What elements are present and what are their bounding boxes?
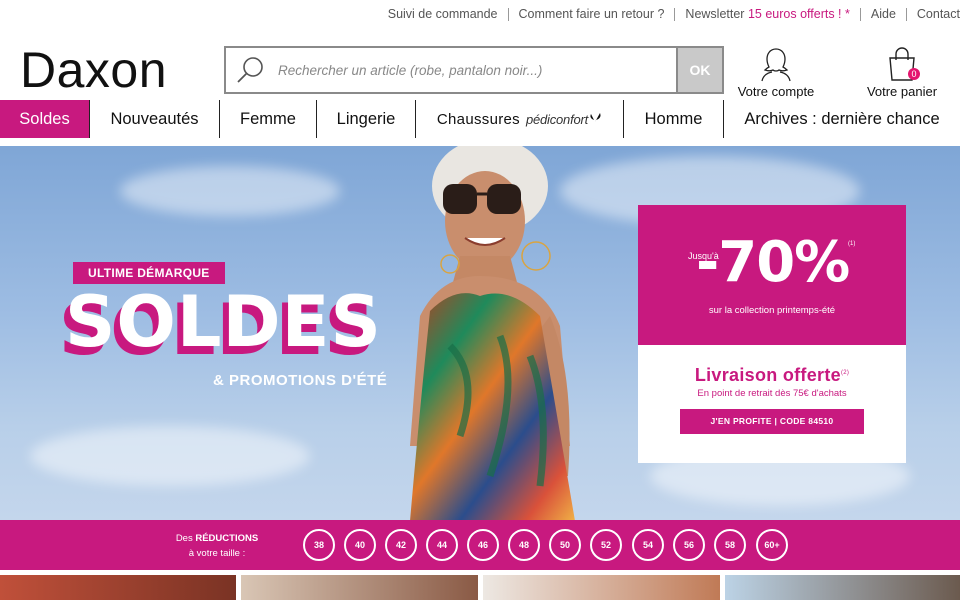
nav-lingerie[interactable]: Lingerie <box>316 100 415 138</box>
hero-title: SOLDES <box>65 281 382 363</box>
user-icon <box>761 48 791 82</box>
discount-collection: sur la collection printemps-été <box>708 305 836 316</box>
cart-count-badge: 0 <box>908 68 920 80</box>
contact-link[interactable]: Contact <box>907 7 960 21</box>
account-link[interactable]: Votre compte <box>734 46 818 99</box>
nav-chaussures-label: Chaussures <box>436 110 520 128</box>
size-40-button[interactable]: 40 <box>344 529 376 561</box>
category-tile[interactable] <box>725 575 960 600</box>
discount-panel: Jusqu'à -70% (1) sur la collection print… <box>638 205 906 345</box>
newsletter-offer: 15 euros offerts ! * <box>747 6 850 21</box>
nav-nouveautes[interactable]: Nouveautés <box>89 100 219 138</box>
delivery-footnote: (2) <box>840 370 850 376</box>
cloud <box>120 166 340 216</box>
category-tile[interactable] <box>0 575 236 600</box>
utility-bar: Suivi de commande Comment faire un retou… <box>0 0 960 28</box>
cart-link[interactable]: 0 Votre panier <box>862 46 942 99</box>
hero-banner[interactable]: ULTIME DÉMARQUE SOLDES & PROMOTIONS D'ÉT… <box>0 146 960 521</box>
size-42-button[interactable]: 42 <box>385 529 417 561</box>
daxon-logo[interactable]: Daxon <box>20 42 167 98</box>
size-label-prefix: Des <box>175 533 196 544</box>
size-46-button[interactable]: 46 <box>467 529 499 561</box>
size-58-button[interactable]: 58 <box>714 529 746 561</box>
nav-soldes[interactable]: Soldes <box>0 100 89 138</box>
newsletter-label: Newsletter <box>685 6 748 21</box>
free-delivery-label: Livraison offerte <box>694 365 841 385</box>
newsletter-link[interactable]: Newsletter 15 euros offerts ! * <box>675 6 861 21</box>
order-tracking-link[interactable]: Suivi de commande <box>378 7 509 21</box>
hero-subtitle: & PROMOTIONS D'ÉTÉ <box>213 372 388 389</box>
size-label-suffix: à votre taille : <box>188 548 246 559</box>
account-label: Votre compte <box>737 84 815 99</box>
model-photo <box>410 146 575 521</box>
pediconfort-logo: pédiconfort <box>525 111 589 127</box>
nav-archives[interactable]: Archives : dernière chance <box>723 100 960 138</box>
free-delivery-title: Livraison offerte(2) <box>638 365 906 386</box>
help-link[interactable]: Aide <box>861 7 907 21</box>
promo-card: Jusqu'à -70% (1) sur la collection print… <box>638 205 906 463</box>
return-link[interactable]: Comment faire un retour ? <box>509 7 676 21</box>
size-56-button[interactable]: 56 <box>673 529 705 561</box>
size-54-button[interactable]: 54 <box>632 529 664 561</box>
size-filter-label: Des RÉDUCTIONS à votre taille : <box>160 531 274 561</box>
nav-femme[interactable]: Femme <box>219 100 316 138</box>
size-48-button[interactable]: 48 <box>508 529 540 561</box>
nav-chaussures[interactable]: Chaussures pédiconfort <box>415 100 623 138</box>
search-submit-button[interactable]: OK <box>676 48 722 92</box>
search-bar: OK <box>224 46 724 94</box>
promo-code-button[interactable]: J'EN PROFITE | CODE 84510 <box>680 409 864 434</box>
size-50-button[interactable]: 50 <box>549 529 581 561</box>
delivery-detail: En point de retrait dès 75€ d'achats <box>697 388 847 399</box>
search-icon[interactable] <box>226 48 274 92</box>
cart-label: Votre panier <box>866 84 938 99</box>
size-44-button[interactable]: 44 <box>426 529 458 561</box>
size-38-button[interactable]: 38 <box>303 529 335 561</box>
category-tile[interactable] <box>483 575 720 600</box>
size-52-button[interactable]: 52 <box>590 529 622 561</box>
size-label-bold: RÉDUCTIONS <box>195 533 259 544</box>
main-nav: Soldes Nouveautés Femme Lingerie Chaussu… <box>0 100 960 138</box>
discount-footnote: (1) <box>848 241 856 247</box>
size-60plus-button[interactable]: 60+ <box>756 529 788 561</box>
butterfly-icon <box>590 113 601 122</box>
cloud <box>30 426 310 486</box>
search-input[interactable] <box>274 48 676 92</box>
size-filter-bar: Des RÉDUCTIONS à votre taille : 38 40 42… <box>0 520 960 570</box>
discount-value: -70% <box>696 230 850 295</box>
category-tile[interactable] <box>241 575 478 600</box>
nav-homme[interactable]: Homme <box>623 100 723 138</box>
